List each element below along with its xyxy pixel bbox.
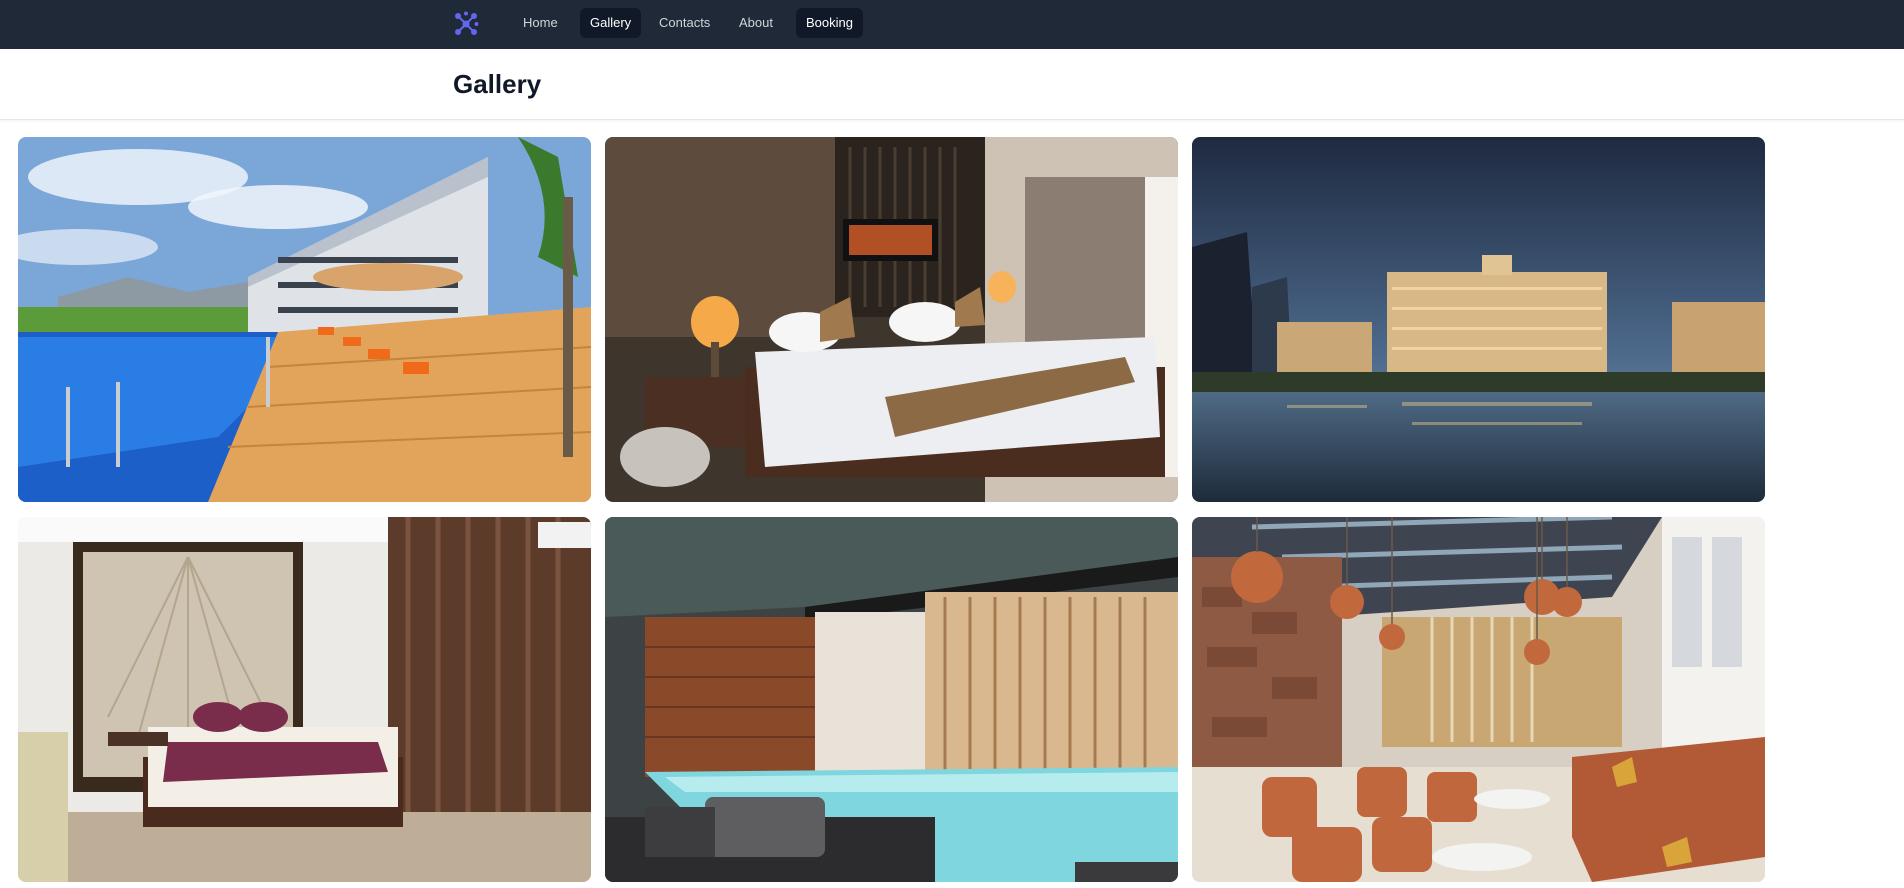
gallery-image-bedroom-curtains[interactable] — [18, 517, 591, 882]
partial-next-image-edge — [330, 881, 358, 888]
gallery-image-resort-pool[interactable] — [18, 137, 591, 502]
gallery-image-casino-dusk[interactable] — [1192, 137, 1765, 502]
gallery-image-indoor-pool[interactable] — [605, 517, 1178, 882]
gallery-image-lounge-pendants[interactable] — [1192, 517, 1765, 882]
gallery-grid — [0, 0, 1904, 888]
gallery-image-bedroom-lamps[interactable] — [605, 137, 1178, 502]
